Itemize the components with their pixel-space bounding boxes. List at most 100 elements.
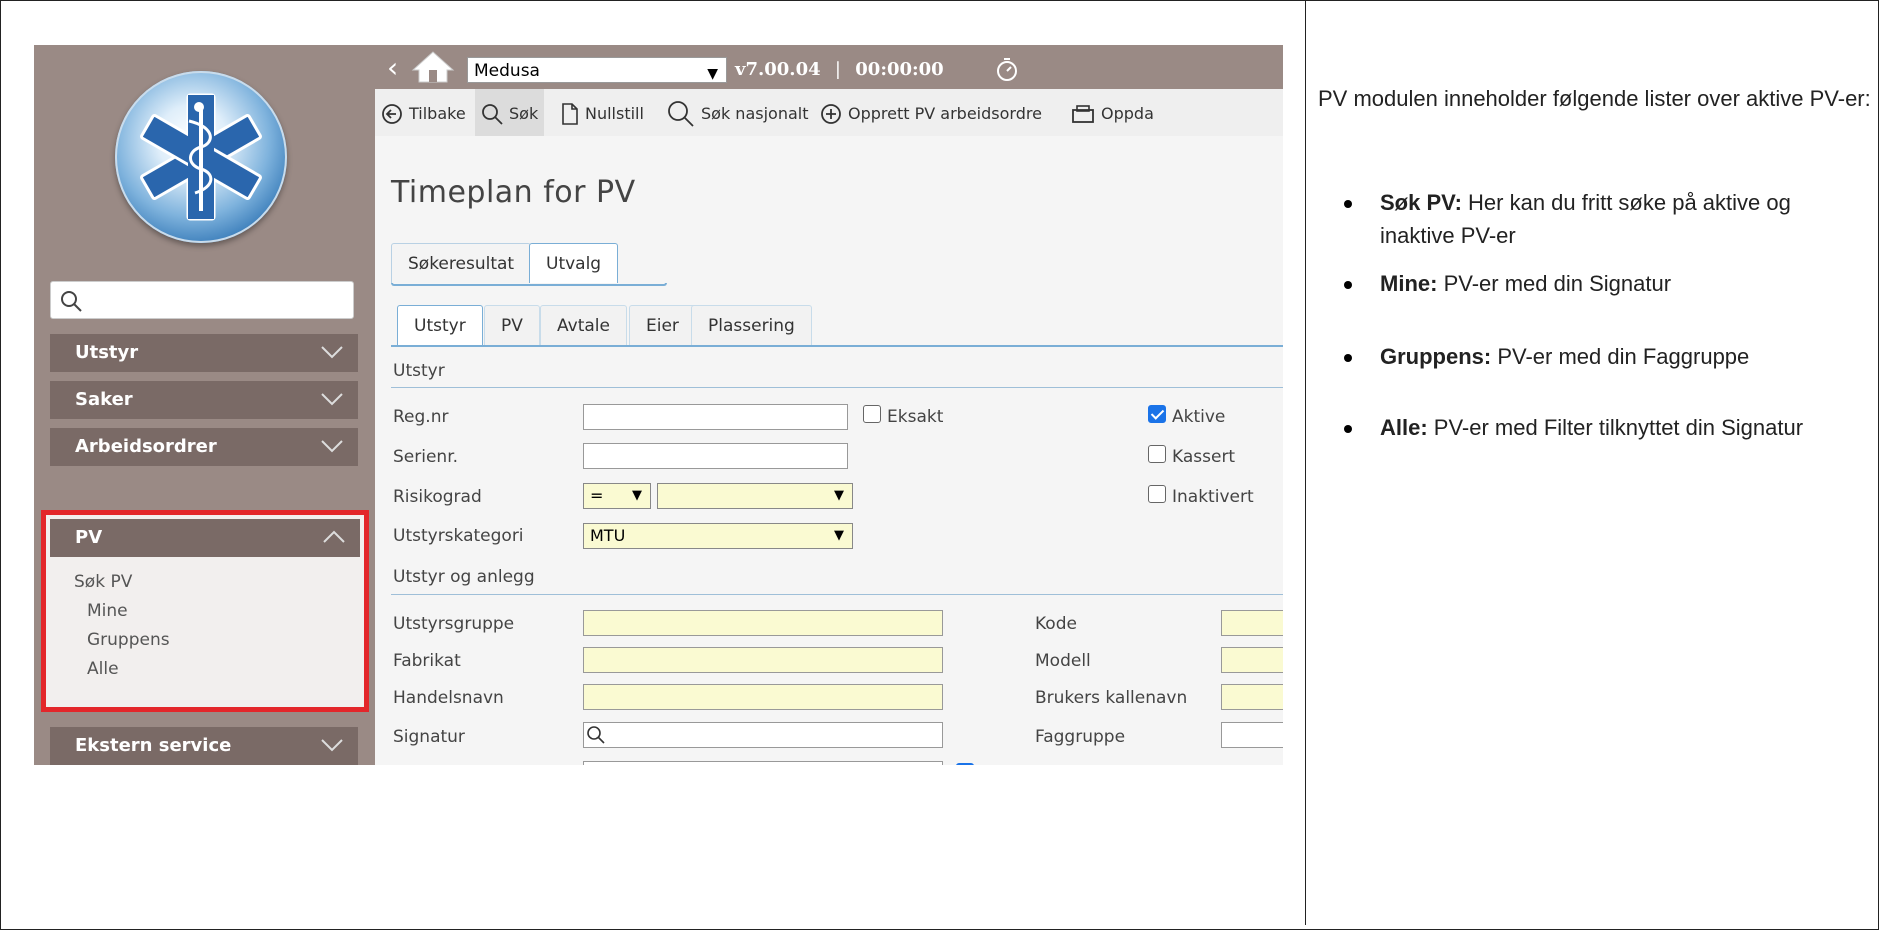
sidebar-subitem-sok-pv[interactable]: Søk PV — [74, 572, 132, 592]
label-reg-nr: Reg.nr — [393, 407, 449, 427]
tab-underline — [391, 283, 667, 286]
reg-nr-input[interactable] — [583, 404, 848, 430]
tab-eier[interactable]: Eier — [629, 305, 696, 346]
handelsnavn-input[interactable] — [583, 684, 943, 710]
label-signatur: Signatur — [393, 727, 465, 747]
oppdater-button[interactable]: Oppda — [1071, 89, 1154, 136]
tab-sokeresultat[interactable]: Søkeresultat — [391, 243, 532, 283]
inaktivert-checkbox[interactable] — [1148, 485, 1166, 503]
bullet-dot — [1344, 354, 1352, 362]
signatur-input[interactable] — [583, 722, 943, 748]
section-header-utstyr-og-anlegg: Utstyr og anlegg — [393, 567, 535, 587]
kassert-label: Kassert — [1172, 447, 1236, 467]
main-panel: ‹ Medusa ▼ v7.00.04 | 00:00:00 Tilbake S… — [375, 45, 1283, 765]
kassert-checkbox[interactable] — [1148, 445, 1166, 463]
label-utstyrsgruppe: Utstyrsgruppe — [393, 614, 515, 634]
opprett-pv-arbeidsordre-label: Opprett PV arbeidsordre — [848, 104, 1042, 123]
tab-plassering[interactable]: Plassering — [691, 305, 812, 346]
app-screenshot: Utstyr Saker Arbeidsordrer PV Søk PV Min… — [34, 45, 1283, 765]
search-icon — [587, 726, 605, 744]
sidebar-item-saker[interactable]: Saker — [50, 381, 358, 419]
bullet-dot — [1344, 425, 1352, 433]
tab-pv[interactable]: PV — [484, 305, 540, 346]
sidebar-item-label: Ekstern service — [75, 735, 232, 756]
sidebar-subitem-gruppens[interactable]: Gruppens — [87, 630, 170, 650]
bullet-alle: Alle: PV-er med Filter tilknyttet din Si… — [1344, 411, 1870, 444]
tab-avtale[interactable]: Avtale — [540, 305, 627, 346]
system-select-value: Medusa — [474, 61, 540, 81]
section-header-utstyr: Utstyr — [393, 361, 445, 381]
search-icon — [61, 291, 82, 312]
sidebar-subitem-mine[interactable]: Mine — [87, 601, 128, 621]
separator: | — [834, 59, 841, 80]
page-title: Timeplan for PV — [391, 175, 636, 210]
printer-icon — [1072, 104, 1094, 123]
faggruppe-input[interactable] — [1221, 722, 1283, 748]
home-icon[interactable] — [411, 50, 455, 84]
tab-utstyr[interactable]: Utstyr — [397, 305, 483, 346]
bullet-dot — [1344, 281, 1352, 289]
utstyrskategori-select[interactable]: MTU ▼ — [583, 523, 853, 549]
sok-label: Søk — [509, 104, 539, 123]
brukers-kallenavn-input[interactable] — [1221, 684, 1283, 710]
tab-utvalg[interactable]: Utvalg — [529, 243, 619, 283]
sidebar-item-arbeidsordrer[interactable]: Arbeidsordrer — [50, 428, 358, 466]
sidebar-item-utstyr[interactable]: Utstyr — [50, 334, 358, 372]
system-select[interactable]: Medusa ▼ — [467, 57, 727, 83]
opprett-pv-arbeidsordre-button[interactable]: Opprett PV arbeidsordre — [820, 89, 1042, 136]
bullet-term: Søk PV: — [1380, 190, 1462, 215]
back-arrow-icon[interactable]: ‹ — [387, 51, 398, 84]
bullet-dot — [1344, 200, 1352, 208]
sidebar-search-input[interactable] — [50, 281, 354, 319]
sidebar-item-pv[interactable]: PV — [50, 519, 360, 557]
fabrikat-input[interactable] — [583, 647, 943, 673]
eksakt-checkbox[interactable] — [863, 405, 881, 423]
utstyrsgruppe-input[interactable] — [583, 610, 943, 636]
risikograd-operator-select[interactable]: = ▼ — [583, 483, 651, 509]
label-modell: Modell — [1035, 651, 1091, 671]
modell-input[interactable] — [1221, 647, 1283, 673]
tilbake-button[interactable]: Tilbake — [381, 89, 466, 136]
label-utstyrskategori: Utstyrskategori — [393, 526, 524, 546]
serienr-input[interactable] — [583, 443, 848, 469]
chevron-down-icon — [321, 346, 343, 359]
intro-text: PV modulen inneholder følgende lister ov… — [1318, 86, 1871, 111]
sidebar-item-label: Saker — [75, 389, 133, 410]
bullet-term: Mine: — [1380, 271, 1438, 296]
label-fabrikat: Fabrikat — [393, 651, 461, 671]
kode-input[interactable] — [1221, 610, 1283, 636]
label-risikograd: Risikograd — [393, 487, 482, 507]
bullet-mine: Mine: PV-er med din Signatur — [1344, 267, 1870, 300]
chevron-down-icon: ▼ — [834, 488, 844, 503]
sidebar-subitem-alle[interactable]: Alle — [87, 659, 119, 679]
label-serienr: Serienr. — [393, 447, 459, 467]
toolbar: Tilbake Søk Nullstill Søk nasjonalt Oppr… — [375, 89, 1283, 136]
next-row-input[interactable] — [583, 761, 943, 765]
chevron-down-icon — [321, 440, 343, 453]
bullet-sok-pv: Søk PV: Her kan du fritt søke på aktive … — [1344, 186, 1870, 252]
next-row-checkbox[interactable] — [956, 763, 974, 765]
section-divider — [391, 387, 1283, 388]
sok-button[interactable]: Søk — [475, 89, 545, 136]
inaktivert-label: Inaktivert — [1172, 487, 1254, 507]
label-handelsnavn: Handelsnavn — [393, 688, 504, 708]
bullet-text: PV-er med din Signatur — [1437, 271, 1672, 296]
aktive-checkbox[interactable] — [1148, 405, 1166, 423]
stopwatch-icon — [997, 58, 1017, 81]
bullet-text: PV-er med Filter tilknyttet din Signatur — [1427, 415, 1804, 440]
label-brukers-kallenavn: Brukers kallenavn — [1035, 688, 1188, 708]
label-kode: Kode — [1035, 614, 1077, 634]
section-divider — [391, 594, 1283, 595]
eksakt-label: Eksakt — [887, 407, 944, 427]
sok-nasjonalt-button[interactable]: Søk nasjonalt — [667, 89, 808, 136]
aktive-label: Aktive — [1172, 407, 1226, 427]
bullet-text: PV-er med din Faggruppe — [1491, 344, 1750, 369]
version-number: v7.00.04 — [735, 59, 821, 80]
chevron-down-icon: ▼ — [834, 528, 844, 543]
pv-section-highlight: PV Søk PV Mine Gruppens Alle — [41, 510, 369, 712]
nullstill-button[interactable]: Nullstill — [561, 89, 644, 136]
sidebar-item-ekstern-service[interactable]: Ekstern service — [50, 727, 358, 765]
chevron-down-icon: ▼ — [632, 488, 642, 503]
sidebar-item-label: Utstyr — [75, 342, 139, 363]
risikograd-select[interactable]: ▼ — [657, 483, 853, 509]
